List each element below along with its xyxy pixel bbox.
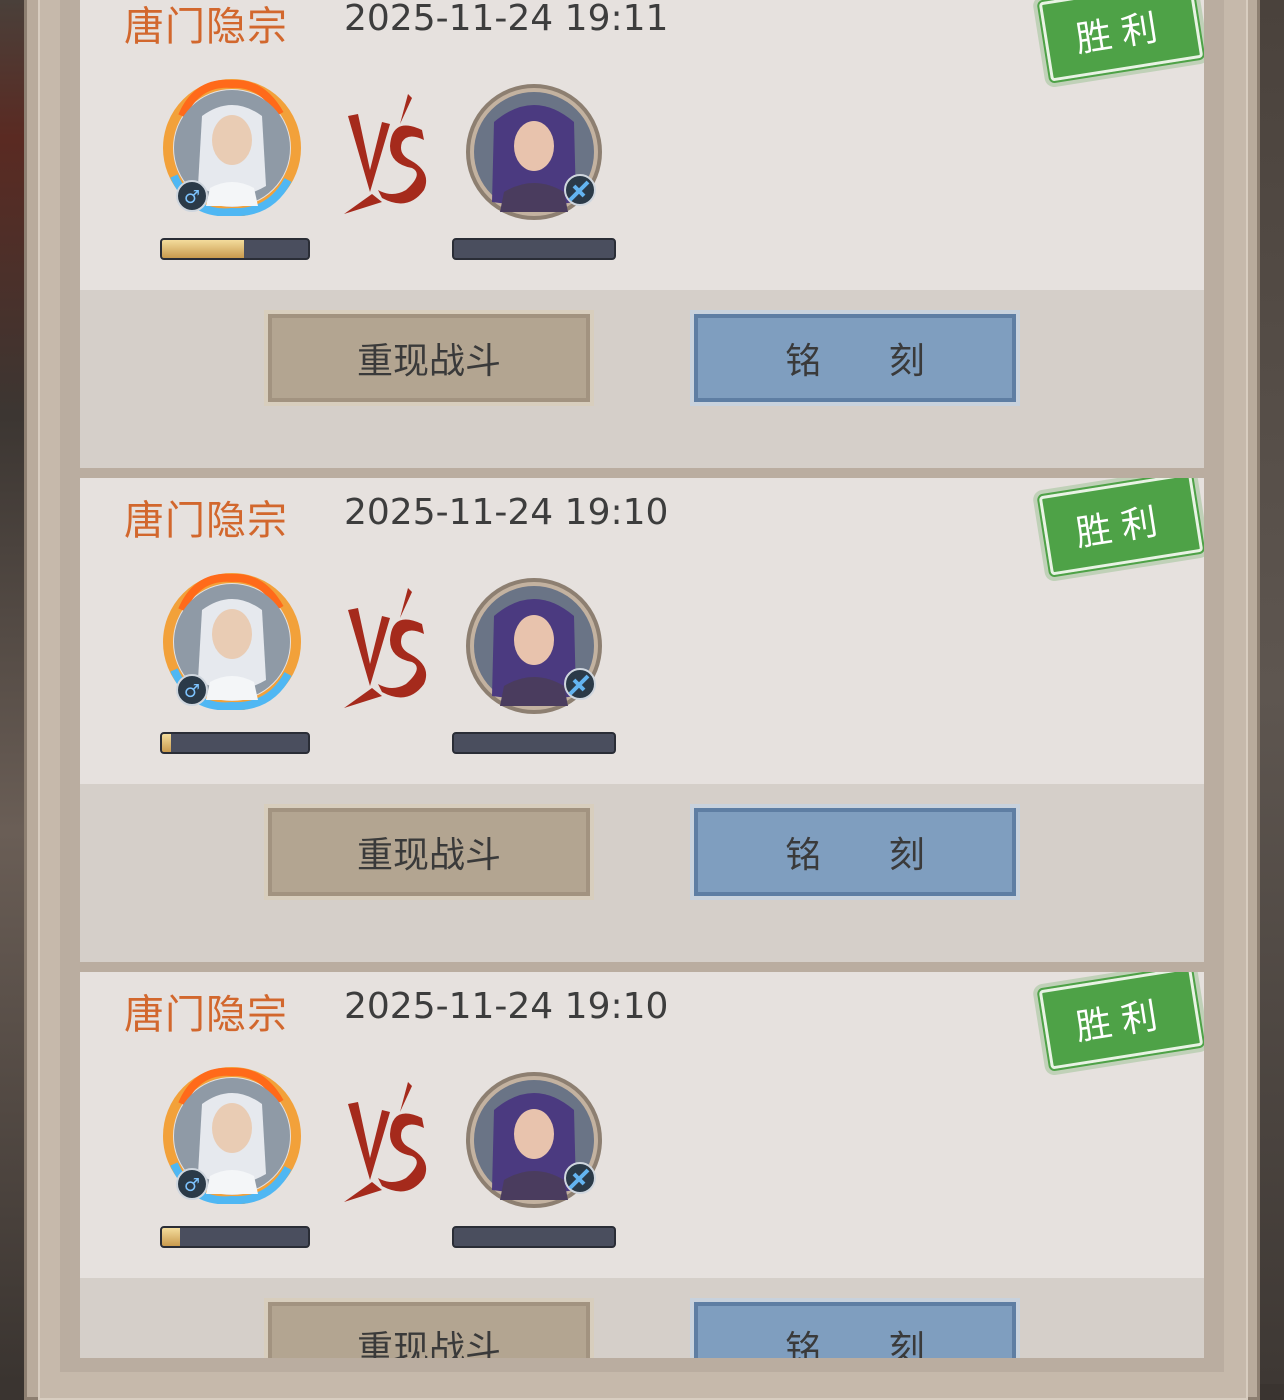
- vs-brush-icon: [344, 94, 427, 214]
- card-info-area: 唐门隐宗 2025-11-24 19:11 胜利 ♂: [80, 0, 1204, 290]
- battle-time: 2025-11-24 19:10: [344, 986, 669, 1027]
- male-gender-icon: ♂: [176, 180, 208, 212]
- engrave-button[interactable]: 铭 刻: [690, 310, 1020, 406]
- gender-symbol: ♂: [184, 1175, 200, 1196]
- victory-stamp: 胜利: [1036, 0, 1204, 85]
- battle-time: 2025-11-24 19:11: [344, 0, 669, 39]
- opponent-progress-bar: [452, 732, 616, 754]
- player-avatar[interactable]: ♂: [162, 570, 302, 710]
- opponent-avatar[interactable]: [464, 82, 604, 222]
- engrave-button[interactable]: 铭 刻: [690, 804, 1020, 900]
- opponent-avatar[interactable]: [464, 1070, 604, 1210]
- opponent-sect-name: 唐门隐宗: [124, 4, 288, 50]
- player-progress-fill: [162, 240, 244, 258]
- player-progress-bar: [160, 732, 310, 754]
- player-avatar[interactable]: ♂: [162, 1064, 302, 1204]
- vs-brush-icon: [344, 588, 427, 708]
- opponent-sect-name: 唐门隐宗: [124, 992, 288, 1038]
- weapon-badge-icon: [564, 668, 596, 700]
- card-action-area: [80, 784, 1204, 962]
- gender-symbol: ♂: [184, 187, 200, 208]
- victory-stamp: 胜利: [1036, 972, 1204, 1073]
- card-action-area: [80, 290, 1204, 468]
- gender-symbol: ♂: [184, 681, 200, 702]
- battle-time: 2025-11-24 19:10: [344, 492, 669, 533]
- engrave-button[interactable]: 铭 刻: [690, 1298, 1020, 1358]
- male-gender-icon: ♂: [176, 1168, 208, 1200]
- replay-battle-button[interactable]: 重现战斗: [264, 310, 594, 406]
- player-progress-fill: [162, 1228, 180, 1246]
- player-progress-bar: [160, 238, 310, 260]
- battle-record-card: 唐门隐宗 2025-11-24 19:10 胜利 ♂ 重现战斗 铭 刻: [80, 478, 1204, 962]
- battle-record-card: 唐门隐宗 2025-11-24 19:11 胜利 ♂ 重现战斗 铭 刻: [80, 0, 1204, 468]
- card-info-area: 唐门隐宗 2025-11-24 19:10 胜利 ♂: [80, 972, 1204, 1278]
- battle-record-card: 唐门隐宗 2025-11-24 19:10 胜利 ♂ 重现战斗 铭 刻: [80, 972, 1204, 1358]
- card-action-area: [80, 1278, 1204, 1358]
- replay-battle-button[interactable]: 重现战斗: [264, 804, 594, 900]
- player-progress-bar: [160, 1226, 310, 1248]
- player-progress-fill: [162, 734, 171, 752]
- weapon-badge-icon: [564, 174, 596, 206]
- card-info-area: 唐门隐宗 2025-11-24 19:10 胜利 ♂: [80, 478, 1204, 784]
- replay-battle-button[interactable]: 重现战斗: [264, 1298, 594, 1358]
- opponent-progress-bar: [452, 238, 616, 260]
- opponent-progress-bar: [452, 1226, 616, 1248]
- opponent-avatar[interactable]: [464, 576, 604, 716]
- male-gender-icon: ♂: [176, 674, 208, 706]
- weapon-badge-icon: [564, 1162, 596, 1194]
- opponent-sect-name: 唐门隐宗: [124, 498, 288, 544]
- vs-brush-icon: [344, 1082, 427, 1202]
- player-avatar[interactable]: ♂: [162, 76, 302, 216]
- victory-stamp: 胜利: [1036, 478, 1204, 579]
